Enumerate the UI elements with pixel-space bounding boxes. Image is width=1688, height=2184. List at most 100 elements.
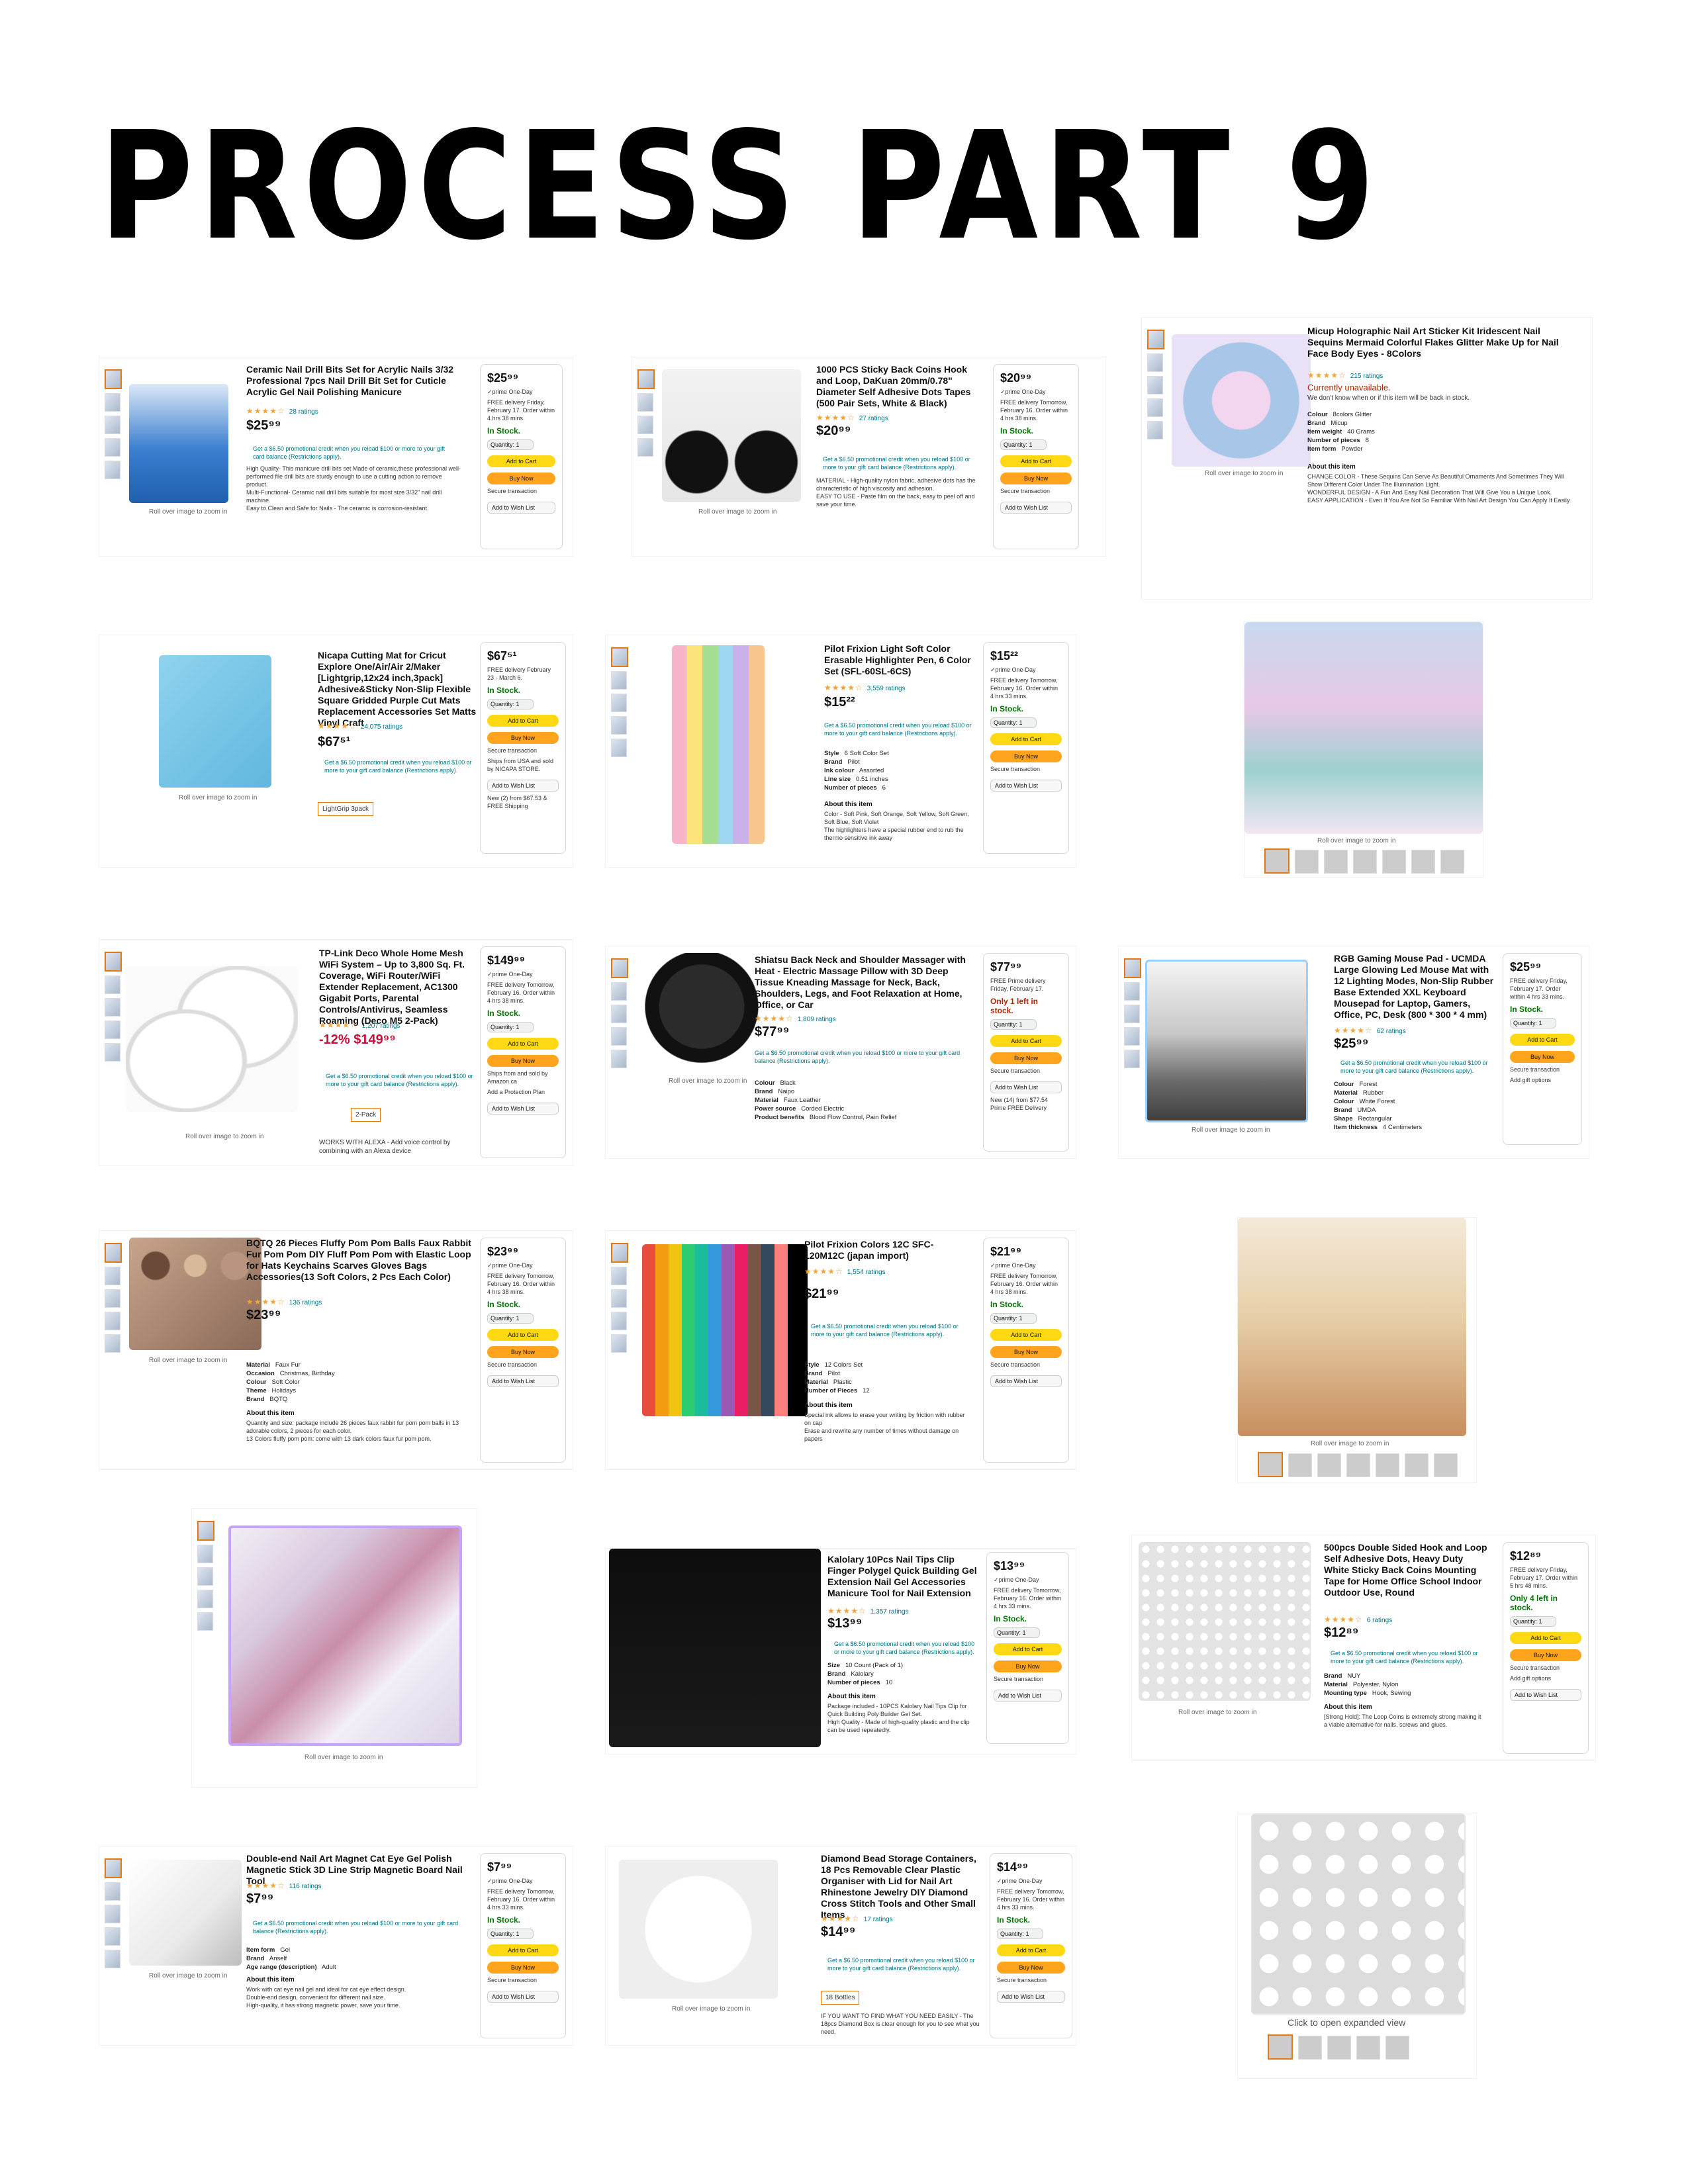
- product-title[interactable]: Diamond Bead Storage Containers, 18 Pcs …: [821, 1853, 986, 1921]
- product-title[interactable]: TP-Link Deco Whole Home Mesh WiFi System…: [319, 948, 478, 1026]
- quantity-select[interactable]: Quantity: 1: [487, 1929, 534, 1939]
- add-to-wish-list-button[interactable]: Add to Wish List: [990, 1375, 1062, 1387]
- buy-now-button[interactable]: Buy Now: [994, 1661, 1062, 1672]
- add-to-cart-button[interactable]: Add to Cart: [994, 1643, 1062, 1655]
- add-to-wish-list-button[interactable]: Add to Wish List: [487, 1103, 559, 1115]
- thumbnail-strip[interactable]: [1264, 848, 1470, 877]
- quantity-select[interactable]: Quantity: 1: [487, 1022, 534, 1032]
- promo-credit[interactable]: Get a $6.50 promotional credit when you …: [253, 1919, 471, 1935]
- star-rating[interactable]: ★★★★☆: [1334, 1026, 1373, 1035]
- buy-now-button[interactable]: Buy Now: [990, 1346, 1062, 1358]
- product-image[interactable]: [126, 966, 298, 1112]
- gift-options[interactable]: Add gift options: [1510, 1674, 1581, 1682]
- product-image[interactable]: [228, 1525, 462, 1746]
- promo-credit[interactable]: Get a $6.50 promotional credit when you …: [253, 445, 458, 461]
- secure-transaction[interactable]: Secure transaction: [487, 747, 559, 754]
- add-to-wish-list-button[interactable]: Add to Wish List: [990, 1081, 1062, 1093]
- product-image[interactable]: [1244, 622, 1483, 834]
- product-title[interactable]: Nicapa Cutting Mat for Cricut Explore On…: [318, 650, 477, 729]
- product-image[interactable]: [635, 953, 768, 1072]
- add-to-cart-button[interactable]: Add to Cart: [997, 1944, 1065, 1956]
- quantity-select[interactable]: Quantity: 1: [990, 1313, 1037, 1324]
- quantity-select[interactable]: Quantity: 1: [990, 717, 1037, 728]
- secure-transaction[interactable]: Secure transaction: [997, 1976, 1065, 1984]
- thumbnail-strip[interactable]: [105, 1243, 122, 1357]
- thumbnail-strip[interactable]: [611, 1243, 628, 1357]
- seller-info[interactable]: Ships from and sold by Amazon.ca: [487, 1069, 559, 1085]
- quantity-select[interactable]: Quantity: 1: [487, 1313, 534, 1324]
- product-title[interactable]: RGB Gaming Mouse Pad - UCMDA Large Glowi…: [1334, 953, 1499, 1021]
- size-option[interactable]: 2-Pack: [351, 1108, 381, 1122]
- rating-count[interactable]: 1,809 ratings: [798, 1016, 836, 1023]
- rating-count[interactable]: 6 ratings: [1367, 1617, 1392, 1624]
- secure-transaction[interactable]: Secure transaction: [1510, 1066, 1575, 1073]
- secure-transaction[interactable]: Secure transaction: [487, 1361, 559, 1369]
- product-image[interactable]: [672, 645, 765, 844]
- rating-count[interactable]: 62 ratings: [1377, 1028, 1406, 1035]
- product-image[interactable]: [619, 1860, 778, 1999]
- product-title[interactable]: Pilot Frixion Colors 12C SFC-120M12C (ja…: [804, 1239, 970, 1261]
- secure-transaction[interactable]: Secure transaction: [487, 1976, 559, 1984]
- add-to-wish-list-button[interactable]: Add to Wish List: [990, 780, 1062, 792]
- rating-count[interactable]: 28 ratings: [289, 408, 318, 416]
- product-image[interactable]: [662, 369, 801, 502]
- promo-credit[interactable]: Get a $6.50 promotional credit when you …: [823, 455, 982, 471]
- promo-credit[interactable]: Get a $6.50 promotional credit when you …: [324, 758, 477, 774]
- quantity-select[interactable]: Quantity: 1: [1510, 1616, 1556, 1627]
- rating-count[interactable]: 116 ratings: [289, 1883, 322, 1890]
- product-title[interactable]: Ceramic Nail Drill Bits Set for Acrylic …: [246, 364, 465, 398]
- star-rating[interactable]: ★★★★☆: [246, 406, 285, 416]
- buy-now-button[interactable]: Buy Now: [1000, 473, 1072, 484]
- secure-transaction[interactable]: Secure transaction: [487, 487, 555, 495]
- promo-credit[interactable]: Get a $6.50 promotional credit when you …: [1340, 1059, 1499, 1075]
- promo-credit[interactable]: Get a $6.50 promotional credit when you …: [326, 1072, 478, 1088]
- rating-count[interactable]: 1,554 ratings: [847, 1269, 886, 1276]
- add-to-wish-list-button[interactable]: Add to Wish List: [487, 780, 559, 792]
- star-rating[interactable]: ★★★★☆: [821, 1914, 860, 1923]
- add-to-cart-button[interactable]: Add to Cart: [990, 733, 1062, 745]
- rating-count[interactable]: 215 ratings: [1350, 373, 1383, 380]
- add-to-cart-button[interactable]: Add to Cart: [487, 455, 555, 467]
- product-title[interactable]: 500pcs Double Sided Hook and Loop Self A…: [1324, 1542, 1489, 1598]
- add-to-cart-button[interactable]: Add to Cart: [487, 1329, 559, 1341]
- buy-now-button[interactable]: Buy Now: [487, 1346, 559, 1358]
- new-offers[interactable]: New (2) from $67.53 & FREE Shipping: [487, 794, 559, 810]
- promo-credit[interactable]: Get a $6.50 promotional credit when you …: [811, 1322, 970, 1338]
- thumbnail-strip[interactable]: [105, 952, 122, 1066]
- product-image[interactable]: [642, 1244, 808, 1416]
- product-title[interactable]: Pilot Frixion Light Soft Color Erasable …: [824, 643, 976, 677]
- add-to-wish-list-button[interactable]: Add to Wish List: [1000, 502, 1072, 514]
- star-rating[interactable]: ★★★★☆: [755, 1014, 794, 1023]
- buy-now-button[interactable]: Buy Now: [997, 1962, 1065, 1974]
- quantity-select[interactable]: Quantity: 1: [997, 1929, 1043, 1939]
- star-rating[interactable]: ★★★★☆: [1324, 1615, 1363, 1624]
- promo-credit[interactable]: Get a $6.50 promotional credit when you …: [824, 721, 976, 737]
- add-to-wish-list-button[interactable]: Add to Wish List: [487, 1991, 559, 2003]
- thumbnail-strip[interactable]: [611, 647, 628, 761]
- thumbnail-strip[interactable]: [611, 958, 628, 1072]
- add-to-wish-list-button[interactable]: Add to Wish List: [487, 1375, 559, 1387]
- star-rating[interactable]: ★★★★☆: [1307, 371, 1346, 380]
- promo-credit[interactable]: Get a $6.50 promotional credit when you …: [755, 1049, 966, 1065]
- quantity-select[interactable]: Quantity: 1: [487, 439, 534, 450]
- size-option[interactable]: LightGrip 3pack: [318, 802, 374, 816]
- buy-now-button[interactable]: Buy Now: [487, 473, 555, 484]
- thumbnail-strip[interactable]: [1258, 1452, 1463, 1480]
- quantity-select[interactable]: Quantity: 1: [487, 699, 534, 709]
- add-to-wish-list-button[interactable]: Add to Wish List: [487, 502, 555, 514]
- thumbnail-strip[interactable]: [105, 1858, 122, 1972]
- star-rating[interactable]: ★★★★☆: [318, 721, 357, 731]
- add-to-wish-list-button[interactable]: Add to Wish List: [994, 1690, 1062, 1702]
- quantity-select[interactable]: Quantity: 1: [990, 1019, 1037, 1030]
- add-to-cart-button[interactable]: Add to Cart: [1000, 455, 1072, 467]
- buy-now-button[interactable]: Buy Now: [487, 1055, 559, 1067]
- buy-now-button[interactable]: Buy Now: [990, 751, 1062, 762]
- star-rating[interactable]: ★★★★☆: [824, 683, 863, 692]
- promo-credit[interactable]: Get a $6.50 promotional credit when you …: [1331, 1649, 1489, 1665]
- thumbnail-strip[interactable]: [637, 369, 655, 461]
- product-image[interactable]: [129, 1238, 261, 1350]
- thumbnail-strip[interactable]: [1268, 2034, 1415, 2063]
- secure-transaction[interactable]: Secure transaction: [990, 765, 1062, 773]
- promo-credit[interactable]: Get a $6.50 promotional credit when you …: [834, 1640, 980, 1656]
- size-option[interactable]: 18 Bottles: [821, 1991, 860, 2005]
